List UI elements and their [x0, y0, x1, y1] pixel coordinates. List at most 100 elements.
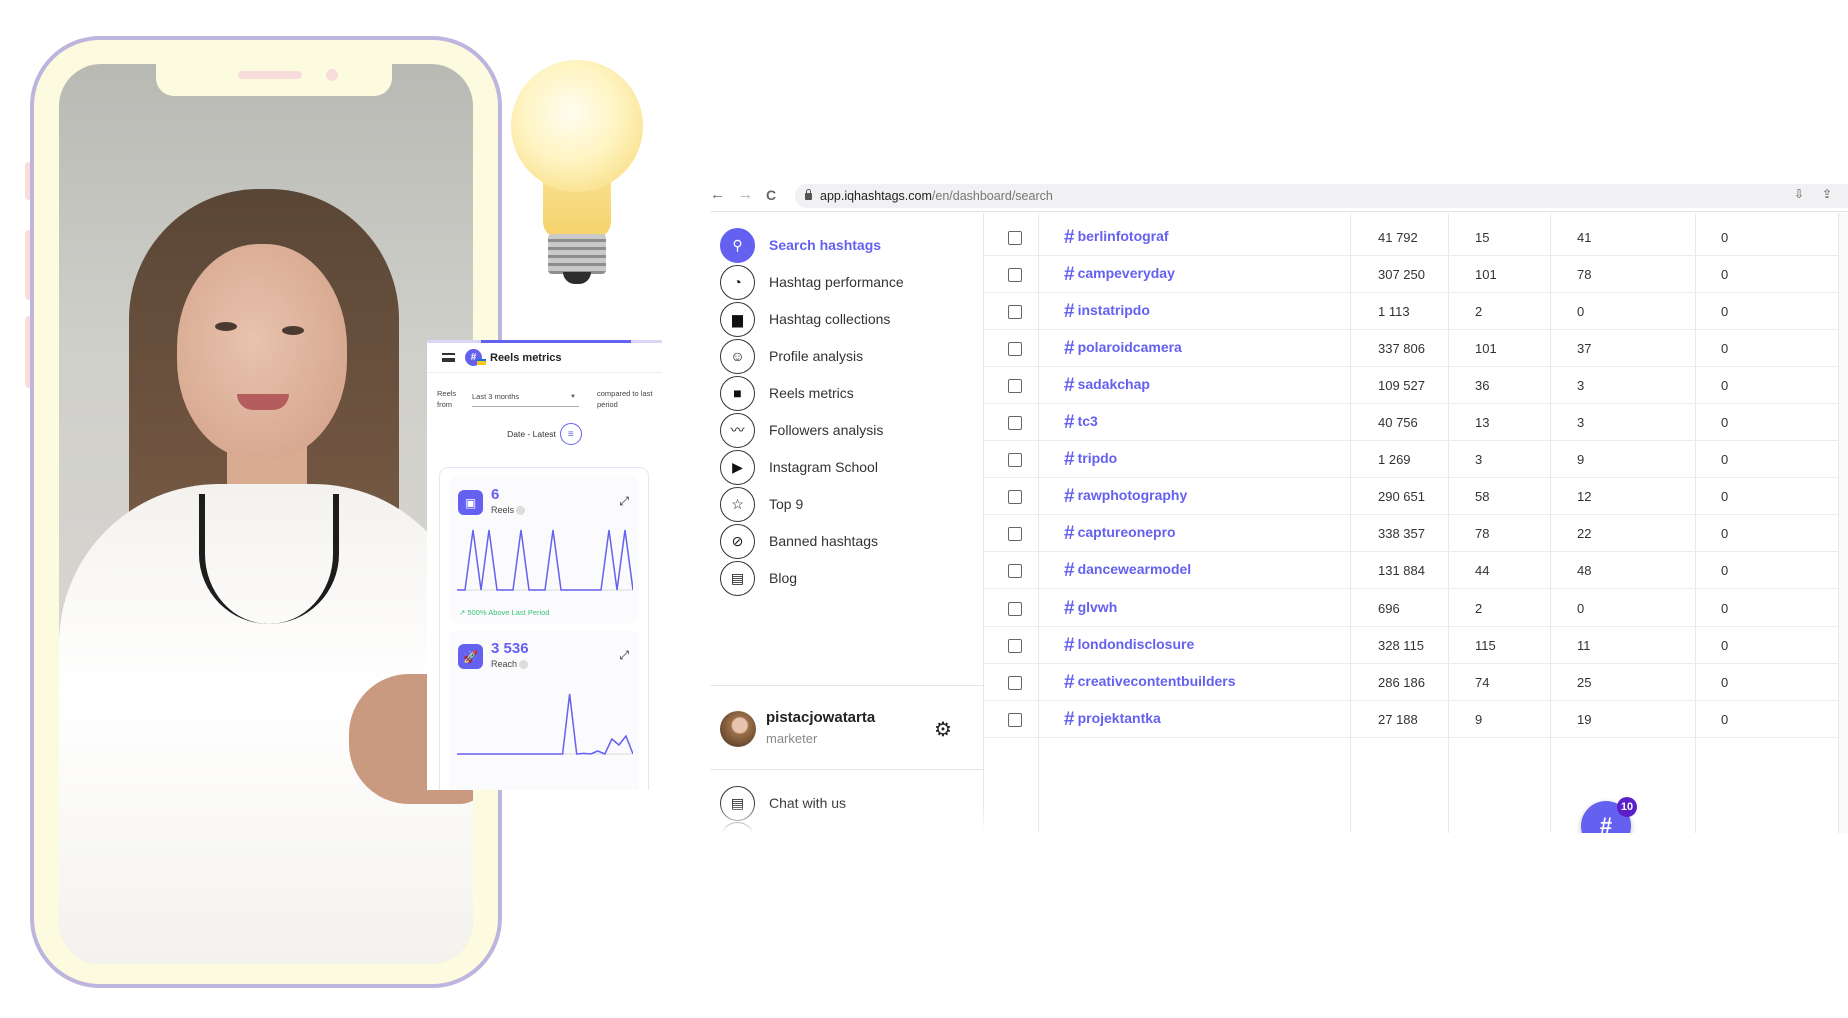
sidebar-item-reels-metrics[interactable]: ■ Reels metrics	[720, 375, 980, 411]
hashtag-link[interactable]: # sadakchap	[1064, 375, 1150, 397]
row-checkbox[interactable]	[1008, 305, 1022, 320]
sidebar-item-profile-analysis[interactable]: ☺ Profile analysis	[720, 338, 980, 374]
cell-posts: 337 806	[1378, 341, 1425, 357]
rocket-icon: 🚀	[458, 644, 483, 669]
lightbulb-icon	[507, 58, 647, 288]
cell-posts: 1 113	[1378, 304, 1410, 320]
hashtag-link[interactable]: # projektantka	[1064, 709, 1161, 731]
row-checkbox[interactable]	[1008, 638, 1022, 653]
hashtag-name: rawphotography	[1077, 487, 1188, 504]
row-checkbox[interactable]	[1008, 342, 1022, 357]
hashtag-link[interactable]: # captureonepro	[1064, 523, 1176, 545]
metric-label: Reels	[491, 505, 526, 516]
reload-icon[interactable]: C	[766, 187, 776, 203]
table-row: # captureonepro 338 357 78 22 0	[984, 515, 1838, 553]
period-select[interactable]: Last 3 months ▼	[472, 392, 579, 407]
row-checkbox[interactable]	[1008, 527, 1022, 542]
sidebar-item-followers-analysis[interactable]: 〰 Followers analysis	[720, 412, 980, 448]
cell-metric-2: 58	[1475, 489, 1490, 505]
cell-metric-3: 41	[1577, 230, 1592, 245]
row-checkbox[interactable]	[1008, 416, 1022, 431]
sidebar-item-blog[interactable]: ▤ Blog	[720, 560, 980, 596]
cell-metric-4: 0	[1721, 563, 1729, 579]
app-logo-icon: #	[465, 349, 486, 366]
hashtag-link[interactable]: # creativecontentbuilders	[1064, 672, 1236, 694]
hashtag-icon: #	[1064, 708, 1075, 730]
video-camera-icon: ■	[720, 375, 755, 411]
hashtag-basket-button[interactable]: # 10	[1581, 797, 1637, 833]
table-row: # dancewearmodel 131 884 44 48 0	[984, 552, 1838, 590]
cell-posts: 40 756	[1378, 415, 1418, 431]
cell-posts: 338 357	[1378, 526, 1425, 542]
hashtag-icon: #	[1064, 412, 1075, 434]
hashtag-link[interactable]: # berlinfotograf	[1064, 227, 1169, 249]
sidebar-item-search-hashtags[interactable]: ⚲ Search hashtags	[720, 227, 980, 263]
cell-metric-4: 0	[1721, 341, 1729, 357]
expand-icon[interactable]: ⤢	[619, 648, 629, 663]
row-checkbox[interactable]	[1008, 268, 1022, 283]
cell-metric-4: 0	[1721, 452, 1729, 468]
row-checkbox[interactable]	[1008, 564, 1022, 579]
row-checkbox[interactable]	[1008, 231, 1022, 245]
hashtag-name: tc3	[1077, 413, 1098, 430]
cell-metric-3: 0	[1577, 600, 1585, 616]
table-row: # projektantka 27 188 9 19 0	[984, 701, 1838, 738]
install-icon[interactable]: ⇩	[1794, 187, 1804, 201]
sidebar-item-label: Blog	[769, 570, 798, 586]
hashtag-link[interactable]: # polaroidcamera	[1064, 338, 1182, 360]
hashtag-icon: #	[1064, 523, 1075, 545]
mobile-reels-metrics: # Reels metrics Reels from Last 3 months…	[427, 340, 662, 790]
sidebar-item-banned-hashtags[interactable]: ⊘ Banned hashtags	[720, 523, 980, 559]
cell-metric-2: 13	[1475, 415, 1490, 431]
hashtag-link[interactable]: # tripdo	[1064, 449, 1117, 471]
sidebar-item-hashtag-collections[interactable]: ▆ Hashtag collections	[720, 301, 980, 337]
hashtag-icon: #	[1064, 375, 1075, 397]
cell-metric-3: 9	[1577, 452, 1585, 468]
person-mouth	[237, 394, 289, 410]
hashtag-link[interactable]: # londondisclosure	[1064, 635, 1194, 657]
phone-notch	[156, 60, 392, 96]
sidebar-item-label: Hashtag collections	[769, 311, 891, 327]
scrollbar[interactable]	[1838, 213, 1848, 833]
sort-button[interactable]: ≡	[559, 423, 582, 445]
row-checkbox[interactable]	[1008, 601, 1022, 616]
info-icon[interactable]	[516, 506, 526, 516]
table-row: # instatripdo 1 113 2 0 0	[984, 293, 1838, 331]
hashtag-link[interactable]: # campeveryday	[1064, 264, 1175, 286]
gear-icon[interactable]: ⚙	[934, 717, 952, 742]
row-checkbox[interactable]	[1008, 712, 1022, 727]
user-profile[interactable]: pistacjowatarta marketer ⚙	[720, 707, 980, 757]
sort-label: Date - Latest	[507, 429, 556, 439]
cell-metric-4: 0	[1721, 637, 1729, 653]
row-checkbox[interactable]	[1008, 379, 1022, 394]
back-arrow-icon[interactable]: ←	[710, 186, 725, 203]
hashtag-link[interactable]: # glvwh	[1064, 598, 1117, 620]
cell-metric-4: 0	[1721, 304, 1729, 320]
hashtag-link[interactable]: # tc3	[1064, 412, 1098, 434]
row-checkbox[interactable]	[1008, 675, 1022, 690]
hashtag-link[interactable]: # dancewearmodel	[1064, 560, 1191, 582]
expand-icon[interactable]: ⤢	[619, 494, 629, 509]
sidebar-item-hashtag-performance[interactable]: ◔ Hashtag performance	[720, 264, 980, 300]
sidebar-item-instagram-school[interactable]: ▶ Instagram School	[720, 449, 980, 485]
hashtag-link[interactable]: # instatripdo	[1064, 301, 1150, 323]
presenter-photo	[59, 64, 473, 964]
cell-metric-3: 25	[1577, 674, 1592, 690]
sidebar-item-label: Hashtag performance	[769, 274, 904, 290]
compared-label: compared to last period	[597, 389, 653, 409]
cell-posts: 696	[1378, 600, 1400, 616]
row-checkbox[interactable]	[1008, 453, 1022, 468]
sidebar-fade	[710, 803, 984, 833]
sidebar-item-top-9[interactable]: ☆ Top 9	[720, 486, 980, 522]
forward-arrow-icon[interactable]: →	[738, 186, 753, 203]
hashtag-icon: #	[1064, 449, 1075, 471]
cell-metric-3: 3	[1577, 378, 1585, 394]
hashtag-link[interactable]: # rawphotography	[1064, 486, 1187, 508]
address-bar[interactable]: app.iqhashtags.com/en/dashboard/search	[795, 184, 1848, 208]
profile-name: pistacjowatarta	[766, 709, 876, 726]
share-icon[interactable]: ⇪	[1822, 187, 1832, 201]
selected-count-badge: 10	[1617, 797, 1637, 817]
hamburger-menu-icon[interactable]	[442, 353, 455, 362]
row-checkbox[interactable]	[1008, 490, 1022, 505]
info-icon[interactable]	[519, 660, 529, 670]
